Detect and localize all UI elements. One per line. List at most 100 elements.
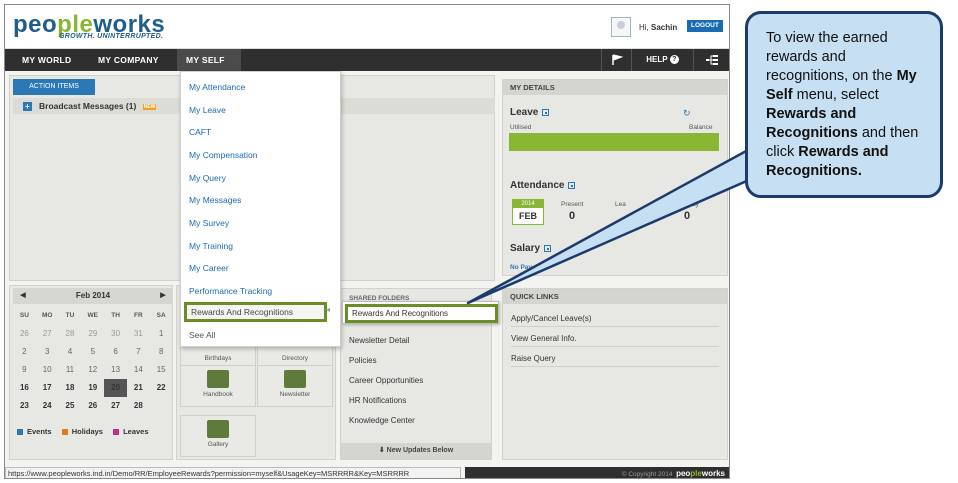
calendar-day[interactable]: 20 — [104, 379, 127, 397]
calendar-day[interactable]: 15 — [150, 361, 173, 379]
legend-label: Leaves — [123, 427, 149, 436]
my-details-title: MY DETAILS — [503, 80, 727, 95]
holidays-swatch — [61, 429, 68, 436]
menu-item-my-survey[interactable]: My Survey — [189, 218, 229, 228]
calendar-day[interactable]: 18 — [59, 379, 82, 397]
folder-newsletter-detail[interactable]: Newsletter Detail — [349, 336, 409, 345]
folder-knowledge-center[interactable]: Knowledge Center — [349, 416, 415, 425]
calendar-day[interactable]: 12 — [81, 361, 104, 379]
calendar-day[interactable]: 3 — [36, 343, 59, 361]
link-raise-query[interactable]: Raise Query — [511, 354, 719, 367]
tile-gallery[interactable]: Gallery — [180, 415, 256, 457]
link-apply-cancel-leave[interactable]: Apply/Cancel Leave(s) — [511, 314, 719, 327]
refresh-icon[interactable]: ↻ — [683, 108, 691, 119]
menu-item-my-query[interactable]: My Query — [189, 173, 226, 183]
events-swatch — [17, 429, 23, 436]
expand-icon[interactable] — [544, 244, 552, 252]
calendar-day[interactable]: 22 — [150, 379, 173, 397]
new-badge: NEW — [142, 103, 157, 110]
copyright: © Copyright 2014 — [621, 471, 673, 478]
broadcast-label: Broadcast Messages (1) — [39, 101, 137, 111]
menu-item-my-leave[interactable]: My Leave — [189, 105, 226, 115]
calendar-day — [150, 397, 173, 415]
menu-item-see-all[interactable]: See All — [189, 330, 215, 340]
calendar-day[interactable]: 28 — [59, 325, 82, 343]
attendance-date-badge: 2014 FEB — [512, 199, 544, 225]
calendar-day[interactable]: 26 — [81, 397, 104, 415]
tile-label: Newsletter — [279, 391, 311, 398]
new-updates-label: New Updates Below — [386, 447, 454, 454]
folder-hr-notifications[interactable]: HR Notifications — [349, 396, 406, 405]
calendar-day[interactable]: 6 — [104, 343, 127, 361]
calendar-week-row: 26 27 28 29 30 31 1 — [13, 325, 173, 343]
calendar-day[interactable]: 7 — [127, 343, 150, 361]
tab-my-self[interactable]: MY SELF — [177, 49, 241, 71]
submenu-item-rewards-and-recognitions[interactable]: Rewards And Recognitions — [345, 304, 498, 323]
expand-icon[interactable] — [568, 181, 576, 189]
calendar-day[interactable]: 28 — [127, 397, 150, 415]
calendar-day[interactable]: 27 — [104, 397, 127, 415]
menu-item-caft[interactable]: CAFT — [189, 127, 211, 137]
new-updates-button[interactable]: ⬇ New Updates Below — [341, 443, 491, 459]
tab-my-world[interactable]: MY WORLD — [13, 49, 80, 71]
calendar-day[interactable]: 13 — [104, 361, 127, 379]
calendar-day[interactable]: 24 — [36, 397, 59, 415]
calendar-day[interactable]: 1 — [150, 325, 173, 343]
folder-policies[interactable]: Policies — [349, 356, 377, 365]
next-month-icon[interactable]: ▶ — [157, 288, 169, 304]
calendar-day[interactable]: 25 — [59, 397, 82, 415]
calendar-day[interactable]: 29 — [81, 325, 104, 343]
present-value: 0 — [569, 210, 576, 222]
status-bar-url: https://www.peopleworks.ind.in/Demo/RR/E… — [5, 467, 461, 478]
calendar-week-row: 2345678 — [13, 343, 173, 361]
header: peopleworks GROWTH. UNINTERRUPTED. Hi, S… — [5, 5, 729, 49]
calendar-day[interactable]: 21 — [127, 379, 150, 397]
calendar-day[interactable]: 8 — [150, 343, 173, 361]
expand-icon[interactable]: + — [23, 102, 32, 111]
calendar-day[interactable]: 16 — [13, 379, 36, 397]
prev-month-icon[interactable]: ◀ — [17, 288, 29, 304]
folder-career-opportunities[interactable]: Career Opportunities — [349, 376, 423, 385]
sitemap-icon[interactable] — [693, 49, 729, 71]
calendar-day[interactable]: 17 — [36, 379, 59, 397]
menu-item-my-career[interactable]: My Career — [189, 263, 229, 273]
calendar-day[interactable]: 10 — [36, 361, 59, 379]
calendar-day[interactable]: 23 — [13, 397, 36, 415]
legend-holidays: Holidays — [61, 427, 103, 436]
flag-icon[interactable] — [601, 49, 631, 71]
attendance-month: FEB — [519, 211, 537, 221]
calendar-header: ◀ Feb 2014 ▶ — [13, 288, 173, 304]
calendar-day[interactable]: 30 — [104, 325, 127, 343]
user-name: Sachin — [651, 23, 678, 32]
menu-item-my-training[interactable]: My Training — [189, 241, 233, 251]
newspaper-icon — [284, 370, 306, 388]
calendar-day[interactable]: 9 — [13, 361, 36, 379]
leave-balance-bar — [509, 133, 719, 151]
calendar-day[interactable]: 14 — [127, 361, 150, 379]
expand-icon[interactable] — [542, 108, 550, 116]
tile-handbook[interactable]: Handbook — [180, 365, 256, 407]
calendar-day[interactable]: 2 — [13, 343, 36, 361]
calendar-day[interactable]: 5 — [81, 343, 104, 361]
menu-item-my-messages[interactable]: My Messages — [189, 195, 241, 205]
link-view-general-info[interactable]: View General Info. — [511, 334, 719, 347]
quick-links-title: QUICK LINKS — [503, 289, 727, 304]
tile-newsletter[interactable]: Newsletter — [257, 365, 333, 407]
dow: MO — [41, 312, 53, 319]
help-button[interactable]: HELP ? — [631, 49, 693, 71]
calendar-day[interactable]: 11 — [59, 361, 82, 379]
menu-item-my-attendance[interactable]: My Attendance — [189, 82, 245, 92]
calendar-day[interactable]: 4 — [59, 343, 82, 361]
calendar-day[interactable]: 27 — [36, 325, 59, 343]
calendar-day[interactable]: 31 — [127, 325, 150, 343]
menu-item-rewards-and-recognitions[interactable]: Rewards And Recognitions — [184, 302, 327, 322]
avatar[interactable] — [611, 17, 631, 37]
menu-item-my-compensation[interactable]: My Compensation — [189, 150, 258, 160]
menu-item-performance-tracking[interactable]: Performance Tracking — [189, 286, 272, 296]
calendar-day[interactable]: 19 — [81, 379, 104, 397]
tab-my-company[interactable]: MY COMPANY — [89, 49, 168, 71]
calendar-day[interactable]: 26 — [13, 325, 36, 343]
legend-label: Holidays — [71, 427, 103, 436]
tab-action-items[interactable]: ACTION ITEMS — [13, 79, 95, 95]
logout-button[interactable]: LOGOUT — [687, 20, 723, 32]
